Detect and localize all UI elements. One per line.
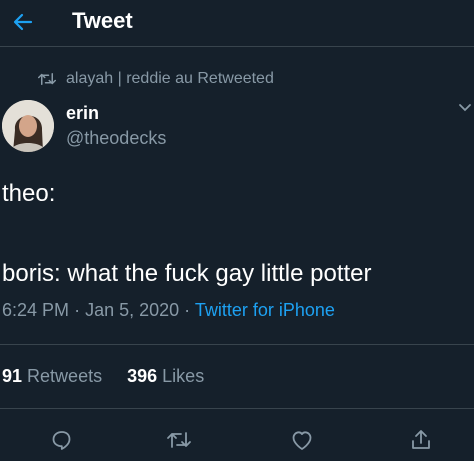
likes-label: Likes bbox=[162, 366, 205, 386]
more-options-button[interactable] bbox=[458, 100, 472, 118]
author-display-name[interactable]: erin bbox=[66, 103, 99, 124]
avatar[interactable] bbox=[2, 100, 54, 152]
share-icon bbox=[412, 430, 430, 449]
retweet-icon bbox=[38, 73, 56, 85]
like-button[interactable] bbox=[289, 427, 315, 453]
arrow-left-icon bbox=[13, 13, 33, 31]
likes-stat[interactable]: 396 Likes bbox=[127, 366, 204, 386]
retweet-context[interactable]: alayah | reddie au Retweeted bbox=[38, 70, 274, 88]
divider bbox=[0, 344, 474, 345]
retweet-button[interactable] bbox=[166, 427, 192, 453]
tweet-text: theo: boris: what the fuck gay little po… bbox=[2, 180, 372, 287]
tweet-stats: 91 Retweets 396 Likes bbox=[2, 366, 204, 387]
tweet-source-link[interactable]: Twitter for iPhone bbox=[195, 300, 335, 320]
page-title: Tweet bbox=[72, 8, 133, 33]
reply-icon bbox=[52, 431, 71, 450]
meta-separator: · bbox=[184, 300, 191, 320]
likes-count: 396 bbox=[127, 366, 158, 386]
header-bar: Tweet bbox=[0, 0, 474, 47]
retweet-icon bbox=[167, 432, 191, 448]
share-button[interactable] bbox=[408, 427, 434, 453]
author-handle[interactable]: @theodecks bbox=[66, 128, 166, 149]
retweets-label: Retweets bbox=[27, 366, 103, 386]
divider bbox=[0, 408, 474, 409]
like-icon bbox=[292, 431, 312, 450]
tweet-metadata: 6:24 PM · Jan 5, 2020 · Twitter for iPho… bbox=[2, 300, 335, 321]
tweet-date: Jan 5, 2020 bbox=[85, 300, 180, 320]
retweets-stat[interactable]: 91 Retweets bbox=[2, 366, 102, 386]
avatar-photo bbox=[2, 100, 54, 152]
retweets-count: 91 bbox=[2, 366, 23, 386]
retweet-context-text: alayah | reddie au Retweeted bbox=[66, 70, 274, 87]
reply-button[interactable] bbox=[49, 427, 75, 453]
back-button[interactable] bbox=[8, 7, 38, 37]
meta-separator: · bbox=[74, 300, 81, 320]
chevron-down-icon bbox=[459, 104, 471, 112]
tweet-time: 6:24 PM bbox=[2, 300, 70, 320]
